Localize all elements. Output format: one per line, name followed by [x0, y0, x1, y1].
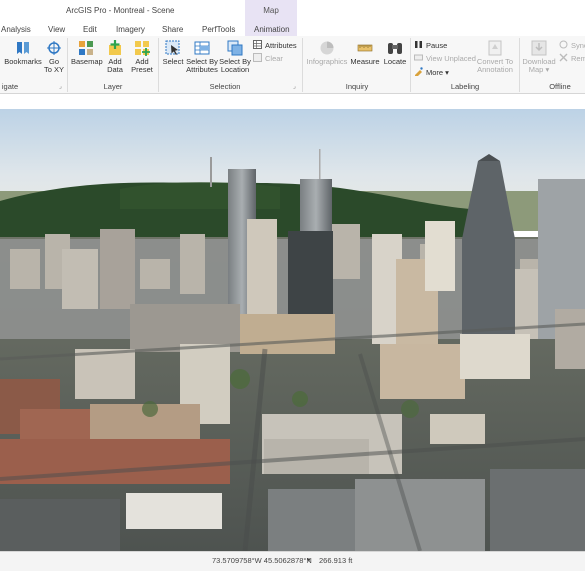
- add-preset-icon: [134, 40, 150, 56]
- remove-label: Rem: [571, 54, 585, 63]
- status-bar: 73.5709758°W 45.5062878°N ▾ 266.913 ft: [0, 551, 585, 571]
- locate-label: Locate: [383, 57, 407, 66]
- measure-label: Measure: [350, 57, 380, 66]
- select-by-location-label-2: Location: [220, 65, 250, 74]
- contextual-group-label: Map: [263, 6, 279, 15]
- go-to-xy-button[interactable]: Go To XY: [43, 40, 65, 74]
- add-data-icon: [107, 40, 123, 56]
- locate-button[interactable]: Locate: [382, 40, 408, 66]
- group-separator: [519, 38, 520, 92]
- group-label-layer: Layer: [103, 82, 123, 91]
- basemap-button[interactable]: Basemap: [71, 40, 103, 66]
- go-to-xy-icon: [46, 40, 62, 56]
- selection-launcher-icon[interactable]: ⌟: [293, 83, 296, 90]
- select-by-attributes-button[interactable]: Select By Attributes: [186, 40, 218, 74]
- clear-button[interactable]: Clear: [253, 53, 283, 65]
- group-label-navigate: igate: [1, 82, 19, 91]
- sync-button[interactable]: Sync: [559, 40, 585, 52]
- tab-perftools[interactable]: PerfTools: [202, 25, 235, 34]
- select-by-attributes-icon: [194, 40, 210, 56]
- download-map-button[interactable]: Download Map ▾: [521, 40, 557, 74]
- group-label-inquiry: Inquiry: [345, 82, 369, 91]
- go-to-xy-label-2: To XY: [43, 65, 64, 74]
- add-data-label-2: Data: [107, 65, 123, 74]
- tab-share[interactable]: Share: [162, 25, 183, 34]
- add-data-button[interactable]: Add Data: [103, 40, 127, 74]
- navigate-launcher-icon[interactable]: ⌟: [59, 83, 62, 90]
- clear-icon: [253, 53, 262, 62]
- more-label: More: [426, 68, 444, 77]
- ribbon-tabs: Analysis View Edit Imagery Share PerfToo…: [0, 22, 585, 36]
- download-map-icon: [531, 40, 547, 56]
- tab-imagery[interactable]: Imagery: [116, 25, 145, 34]
- tab-view[interactable]: View: [48, 25, 65, 34]
- sync-label: Sync: [571, 41, 585, 50]
- group-label-labeling: Labeling: [450, 82, 480, 91]
- add-preset-button[interactable]: Add Preset: [128, 40, 156, 74]
- convert-label-2: Annotation: [477, 65, 513, 74]
- download-map-label-2: Map: [528, 65, 544, 74]
- group-separator: [302, 38, 303, 92]
- bookmarks-label: Bookmarks: [4, 57, 42, 66]
- scene-view[interactable]: [0, 109, 585, 551]
- locate-icon: [387, 40, 403, 56]
- measure-icon: [357, 40, 373, 56]
- bookmarks-icon: [15, 40, 31, 56]
- basemap-label: Basemap: [71, 57, 103, 66]
- select-by-location-button[interactable]: Select By Location: [219, 40, 251, 74]
- attributes-label: Attributes: [265, 41, 297, 50]
- convert-annotation-icon: [487, 40, 503, 56]
- pause-button[interactable]: Pause: [414, 40, 447, 52]
- more-icon: [414, 67, 423, 77]
- tab-animation[interactable]: Animation: [254, 25, 290, 34]
- more-button[interactable]: More ▾: [414, 67, 449, 79]
- infographics-button[interactable]: Infographics: [305, 40, 349, 66]
- ribbon: Bookmarks Go To XY igate ⌟ Basemap Add D…: [0, 36, 585, 94]
- group-separator: [67, 38, 68, 92]
- convert-to-annotation-button[interactable]: Convert To Annotation: [474, 40, 516, 74]
- infographics-icon: [319, 40, 335, 56]
- arcgis-pro-window: ArcGIS Pro - Montreal - Scene Map Analys…: [0, 0, 585, 571]
- tab-analysis[interactable]: Analysis: [1, 25, 31, 34]
- elevation-dropdown-icon[interactable]: ▾: [307, 556, 311, 564]
- remove-button[interactable]: Rem: [559, 53, 585, 65]
- clear-label: Clear: [265, 54, 283, 63]
- select-label: Select: [162, 57, 184, 66]
- montreal-3d-scene: [0, 109, 585, 551]
- elevation-readout: 266.913 ft: [319, 556, 353, 565]
- coordinates-readout: 73.5709758°W 45.5062878°N: [212, 556, 312, 565]
- group-separator: [410, 38, 411, 92]
- tab-edit[interactable]: Edit: [83, 25, 97, 34]
- attributes-icon: [253, 40, 262, 49]
- attributes-button[interactable]: Attributes: [253, 40, 297, 52]
- pause-label: Pause: [426, 41, 448, 50]
- basemap-icon: [78, 40, 94, 56]
- group-label-offline: Offline: [549, 82, 571, 91]
- view-unplaced-button[interactable]: View Unplaced: [414, 53, 476, 65]
- view-unplaced-icon: [414, 53, 423, 62]
- group-label-selection: Selection: [209, 82, 241, 91]
- group-separator: [158, 38, 159, 92]
- select-icon: [165, 40, 181, 56]
- infographics-label: Infographics: [306, 57, 348, 66]
- remove-icon: [559, 53, 568, 62]
- add-preset-label-2: Preset: [131, 65, 153, 74]
- select-by-attributes-label-2: Attributes: [186, 65, 218, 74]
- window-title: ArcGIS Pro - Montreal - Scene: [66, 6, 175, 15]
- select-button[interactable]: Select: [161, 40, 185, 66]
- select-by-location-icon: [227, 40, 243, 56]
- pause-icon: [414, 40, 423, 49]
- sync-icon: [559, 40, 568, 49]
- bookmarks-button[interactable]: Bookmarks: [4, 40, 42, 66]
- measure-button[interactable]: Measure: [350, 40, 380, 66]
- view-unplaced-label: View Unplaced: [426, 54, 476, 63]
